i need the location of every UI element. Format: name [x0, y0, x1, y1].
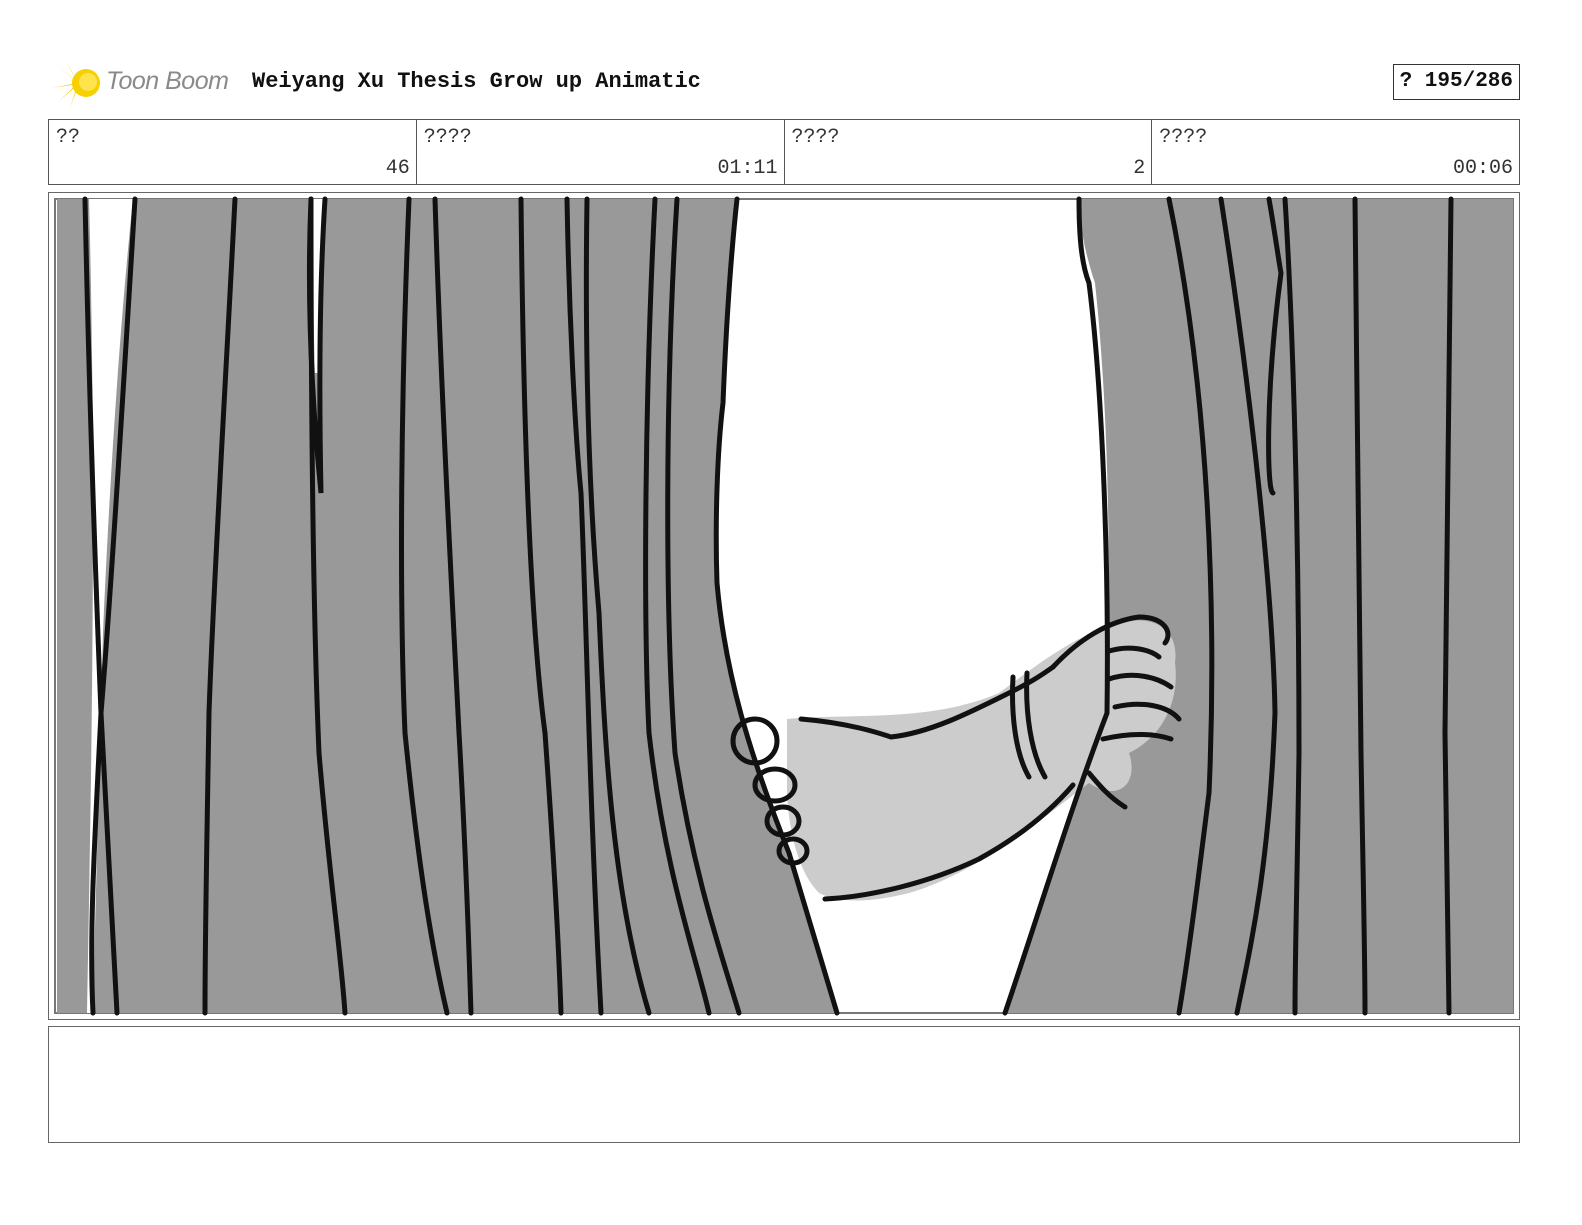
info-cell-timecode: ???? 01:11	[417, 120, 785, 184]
info-value: 2	[1133, 157, 1146, 180]
logo-wordmark: Toon Boom	[106, 67, 229, 95]
info-cell-panel: ???? 2	[785, 120, 1153, 184]
storyboard-header: Toon Boom Weiyang Xu Thesis Grow up Anim…	[48, 56, 1520, 108]
starburst-icon	[50, 58, 100, 108]
curtain-drawing	[54, 196, 1514, 1016]
info-value: 00:06	[1452, 157, 1513, 180]
info-label: ????	[1159, 126, 1208, 149]
document-title: Weiyang Xu Thesis Grow up Animatic	[252, 69, 701, 94]
info-value: 01:11	[717, 157, 778, 180]
notes-box	[48, 1026, 1520, 1143]
info-cell-duration: ???? 00:06	[1152, 120, 1519, 184]
info-label: ????	[791, 126, 840, 149]
page-counter: ? 195/286	[1392, 64, 1520, 100]
toon-boom-logo: Toon Boom	[50, 56, 240, 108]
info-value: 46	[385, 157, 410, 180]
info-cell-scene: ?? 46	[49, 120, 417, 184]
storyboard-panel-image	[48, 192, 1520, 1020]
panel-info-row: ?? 46 ???? 01:11 ???? 2 ???? 00:06	[48, 119, 1520, 185]
info-label: ????	[423, 126, 472, 149]
info-label: ??	[56, 126, 81, 149]
